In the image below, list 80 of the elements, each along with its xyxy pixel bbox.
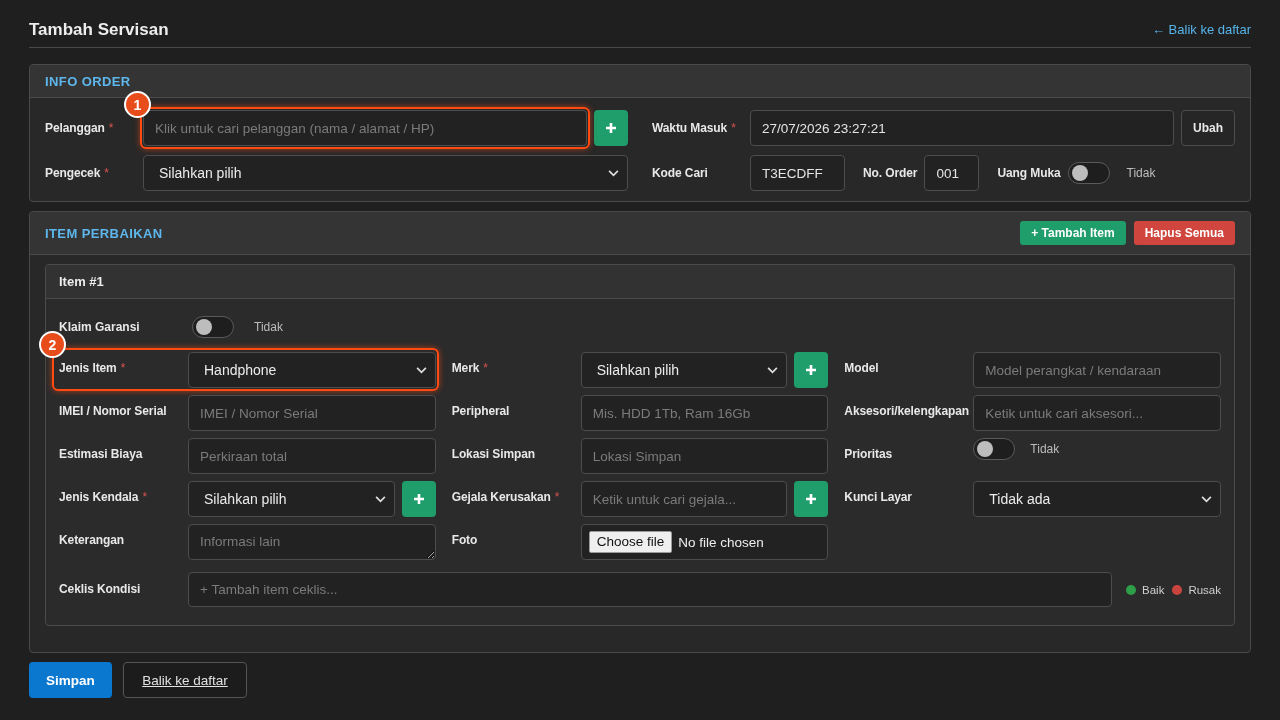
field-label: IMEI / Nomor Serial <box>59 404 167 419</box>
toggle-state-text: Tidak <box>1030 442 1060 456</box>
field-label: Estimasi Biaya <box>59 447 143 462</box>
input-field[interactable]: Ketik untuk cari aksesori... <box>973 395 1221 431</box>
input-field[interactable]: IMEI / Nomor Serial <box>188 395 436 431</box>
field-label: Pengecek <box>45 166 101 180</box>
field-label: Aksesori/kelengkapan <box>844 404 970 419</box>
field-label: Peripheral <box>451 404 510 419</box>
toggle-state-text: Tidak <box>1126 166 1156 180</box>
chevron-down-icon <box>374 495 386 503</box>
textarea-field[interactable]: Informasi lain <box>188 524 436 560</box>
required-mark: * <box>108 121 114 135</box>
input-field[interactable]: Model perangkat / kendaraan <box>973 352 1221 388</box>
field-label: Keterangan <box>59 533 125 548</box>
input-field[interactable]: T3ECDFF <box>750 155 845 191</box>
save-button[interactable]: Simpan <box>29 662 112 698</box>
field-label: Jenis Kendala <box>59 490 139 505</box>
back-link[interactable]: ← Balik ke daftar <box>1152 22 1251 37</box>
field-label: Gejala Kerusakan <box>451 490 551 505</box>
item-title: Item #1 <box>59 274 104 289</box>
input-field[interactable]: Lokasi Simpan <box>580 438 829 474</box>
field-label: Uang Muka <box>997 166 1061 180</box>
input-field[interactable]: 27/07/2026 23:27:21 <box>750 110 1174 146</box>
required-mark: * <box>554 490 560 505</box>
file-input-field[interactable]: Choose file No file chosen <box>580 524 829 560</box>
field-label: Kode Cari <box>652 166 708 180</box>
required-mark: * <box>104 166 109 180</box>
field-label: Model <box>844 361 879 376</box>
chevron-down-icon <box>1201 495 1212 503</box>
select-field[interactable]: Silahkan pilih <box>188 481 395 517</box>
plus-icon <box>606 123 616 133</box>
input-field[interactable]: 001 <box>924 155 980 191</box>
panel-title: INFO ORDER <box>45 73 131 89</box>
toggle-switch[interactable] <box>192 316 234 338</box>
panel-title: ITEM PERBAIKAN <box>45 225 163 241</box>
legend-label: Baik <box>1142 583 1165 596</box>
field-label: Prioritas <box>844 447 893 462</box>
required-mark: * <box>731 121 736 135</box>
back-button[interactable]: Balik ke daftar <box>123 662 247 698</box>
toggle-switch[interactable] <box>973 438 1016 460</box>
field-label: No. Order <box>863 166 918 180</box>
input-field[interactable]: Perkiraan total <box>188 438 436 474</box>
required-mark: * <box>483 361 488 376</box>
input-field[interactable]: Mis. HDD 1Tb, Ram 16Gb <box>580 395 829 431</box>
step-number-badge: 2 <box>39 331 66 358</box>
plus-icon <box>806 365 817 375</box>
required-mark: * <box>142 490 147 505</box>
legend-label: Rusak <box>1188 583 1221 596</box>
toggle-state-text: Tidak <box>254 320 283 334</box>
field-label: Klaim Garansi <box>59 320 141 334</box>
input-field[interactable]: + Tambah item ceklis... <box>188 572 1112 607</box>
add-button[interactable] <box>401 481 436 517</box>
chevron-down-icon <box>767 366 779 374</box>
change-button[interactable]: Ubah <box>1181 110 1235 146</box>
chevron-down-icon <box>415 366 427 374</box>
toggle-switch[interactable] <box>1067 162 1110 184</box>
input-field[interactable]: Klik untuk cari pelanggan (nama / alamat / HP) <box>143 110 587 146</box>
delete-all-button[interactable]: Hapus Semua <box>1133 221 1235 245</box>
field-label: Kunci Layar <box>844 490 912 505</box>
field-label: Pelanggan <box>45 121 105 135</box>
choose-file-button[interactable]: Choose file <box>588 531 673 553</box>
select-field[interactable]: Tidak ada <box>973 481 1221 517</box>
page-title: Tambah Servisan <box>29 18 169 41</box>
field-label: Jenis Item <box>59 361 117 376</box>
field-label: Merk <box>451 361 480 376</box>
plus-icon <box>806 494 817 504</box>
chevron-down-icon <box>608 169 619 177</box>
input-field[interactable]: Ketik untuk cari gejala... <box>580 481 788 517</box>
select-field[interactable]: Silahkan pilih <box>580 352 788 388</box>
required-mark: * <box>120 361 126 376</box>
add-button[interactable] <box>794 352 829 388</box>
field-label: Foto <box>451 533 478 548</box>
select-field[interactable]: Handphone <box>188 352 436 388</box>
add-button[interactable] <box>794 481 829 517</box>
field-label: Lokasi Simpan <box>451 447 536 462</box>
plus-icon <box>413 494 424 504</box>
select-field[interactable]: Silahkan pilih <box>143 155 628 191</box>
file-status-text: No file chosen <box>678 534 764 550</box>
field-label: Ceklis Kondisi <box>59 582 141 597</box>
field-label: Waktu Masuk <box>652 121 728 135</box>
